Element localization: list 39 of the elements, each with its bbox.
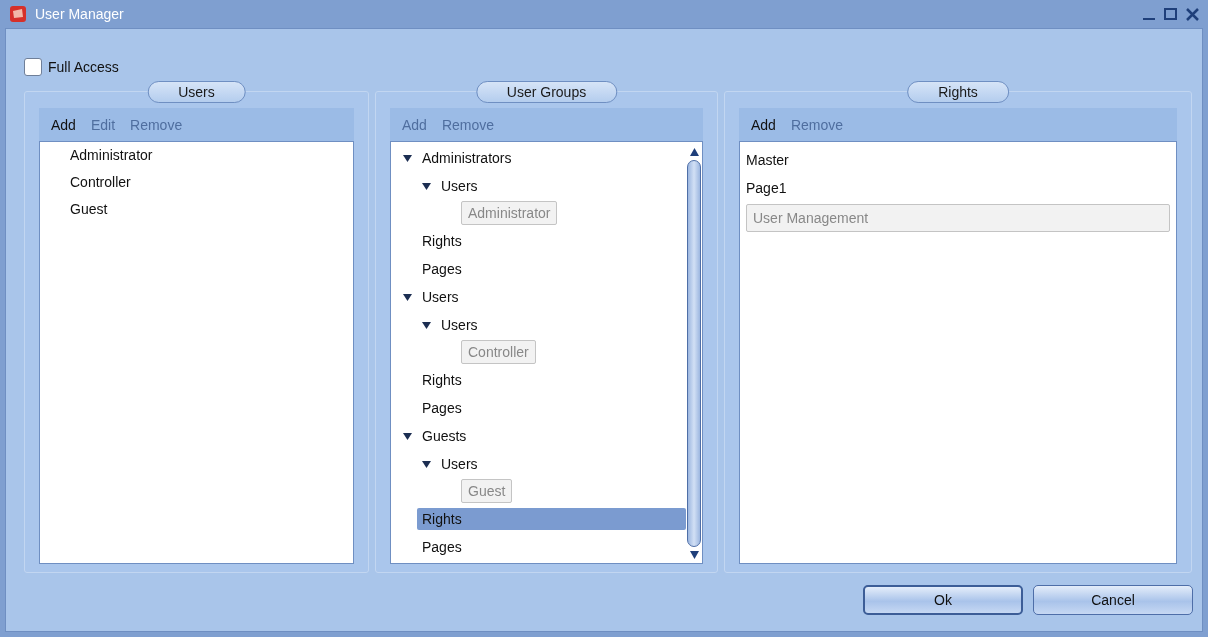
panel-title: Users [147,81,246,103]
tree-item[interactable]: Rights [417,508,686,531]
app-icon [10,6,26,22]
scroll-up-icon[interactable] [689,148,699,156]
window-title: User Manager [35,6,124,22]
expander-icon[interactable] [422,320,431,329]
tree-item[interactable]: Pages [417,258,686,281]
right-item[interactable]: Page1 [746,174,1170,202]
user-item[interactable]: Controller [40,169,353,196]
tree-item[interactable]: Rights [417,369,686,392]
user-item[interactable]: Guest [40,196,353,223]
right-item[interactable]: Master [746,146,1170,174]
expander-icon[interactable] [403,292,412,301]
maximize-icon[interactable] [1164,8,1177,20]
expander-icon[interactable] [422,459,431,468]
scroll-thumb[interactable] [687,160,701,547]
tree-item[interactable]: Users [417,285,686,308]
scroll-down-icon[interactable] [689,551,699,559]
expander-icon[interactable] [403,153,412,162]
tree-item[interactable]: Administrators [417,146,686,169]
tree-item[interactable]: Guests [417,424,686,447]
tree-item[interactable]: Pages [417,397,686,420]
panel-title: User Groups [475,81,618,103]
ok-button[interactable]: Ok [863,585,1023,615]
full-access-label: Full Access [48,59,119,75]
tree-item[interactable]: Rights [417,230,686,253]
expander-icon[interactable] [422,181,431,190]
toolbar-button[interactable]: Add [51,116,76,133]
user-item[interactable]: Administrator [40,142,353,169]
panel-title: Rights [907,81,1009,103]
tree-item[interactable]: Users [436,174,686,197]
expander-icon[interactable] [403,431,412,440]
cancel-button[interactable]: Cancel [1033,585,1193,615]
full-access-checkbox[interactable] [24,58,42,76]
tree-item[interactable]: Pages [417,536,686,559]
toolbar-button[interactable]: Add [751,116,776,133]
tree-item[interactable]: Users [436,313,686,336]
close-icon[interactable] [1186,7,1199,21]
tree-item[interactable]: Users [436,452,686,475]
